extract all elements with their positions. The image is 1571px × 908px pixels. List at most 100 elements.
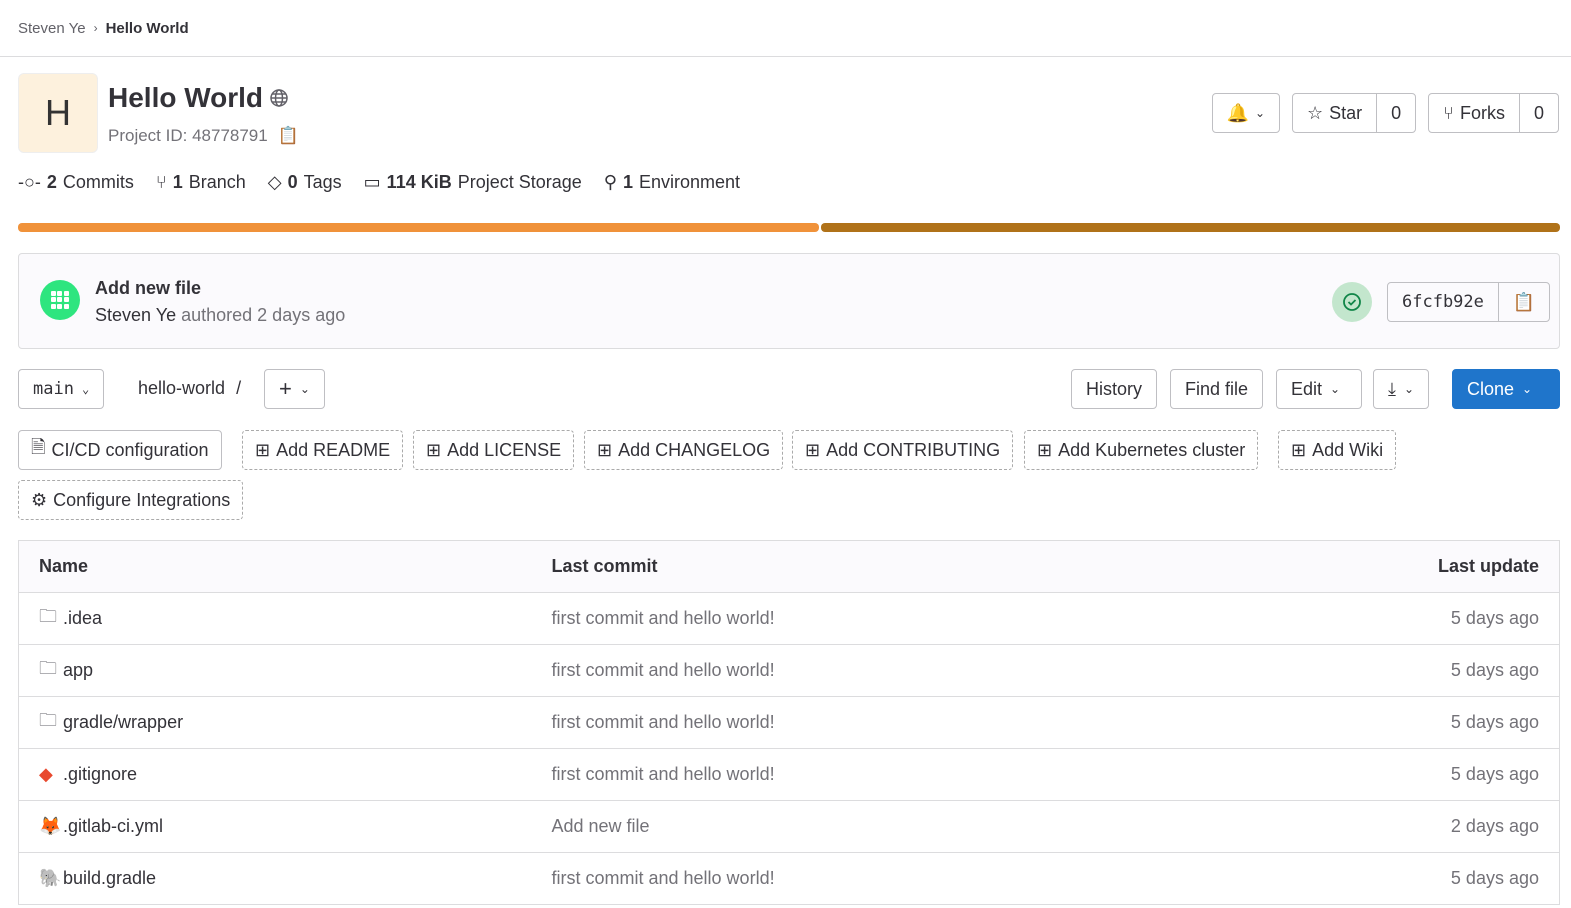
star-icon: ☆ bbox=[1307, 102, 1324, 123]
configure-integrations-button[interactable]: ⚙ Configure Integrations bbox=[18, 480, 244, 520]
col-last-commit: Last commit bbox=[531, 540, 1200, 593]
add-kubernetes-button[interactable]: ⊞ Add Kubernetes cluster bbox=[1024, 430, 1259, 470]
commit-icon: -○- bbox=[18, 172, 41, 192]
last-update-cell: 5 days ago bbox=[1199, 852, 1560, 905]
path-separator: / bbox=[236, 378, 242, 398]
project-id-text: Project ID: 48778791 bbox=[108, 126, 268, 145]
find-file-button[interactable]: Find file bbox=[1170, 369, 1264, 409]
plus-icon: + bbox=[279, 376, 292, 401]
last-update-cell: 5 days ago bbox=[1199, 592, 1560, 645]
forks-button[interactable]: ⑂ Forks 0 bbox=[1428, 93, 1559, 133]
chevron-down-icon: ⌄ bbox=[299, 382, 310, 396]
chevron-down-icon: ⌄ bbox=[1330, 382, 1341, 396]
commit-sha[interactable]: 6fcfb92e bbox=[1388, 283, 1498, 321]
star-button[interactable]: ☆ Star 0 bbox=[1292, 93, 1417, 133]
add-contributing-button[interactable]: ⊞ Add CONTRIBUTING bbox=[792, 430, 1014, 470]
stat-tags[interactable]: ◇ 0 Tags bbox=[268, 172, 342, 193]
table-row: 🗀 .idea first commit and hello world! 5 d… bbox=[18, 592, 1560, 645]
file-link[interactable]: .gitlab-ci.yml bbox=[63, 816, 163, 836]
file-table: Name Last commit Last update 🗀 .idea firs… bbox=[18, 540, 1560, 905]
add-readme-button[interactable]: ⊞ Add README bbox=[242, 430, 404, 470]
project-title: Hello World bbox=[108, 82, 289, 114]
file-link[interactable]: .idea bbox=[63, 607, 102, 627]
last-commit-cell[interactable]: first commit and hello world! bbox=[531, 592, 1200, 645]
stat-branches[interactable]: ⑂ 1 Branch bbox=[156, 172, 246, 193]
chevron-right-icon: › bbox=[93, 21, 98, 35]
file-link[interactable]: build.gradle bbox=[63, 868, 156, 888]
folder-icon: 🗀 bbox=[39, 709, 57, 730]
file-link[interactable]: .gitignore bbox=[63, 764, 137, 784]
avatar-pattern bbox=[57, 290, 63, 296]
clone-button[interactable]: Clone ⌄ bbox=[1452, 369, 1560, 409]
chevron-down-icon: ⌄ bbox=[1254, 106, 1265, 120]
plus-square-icon: ⊞ bbox=[255, 439, 271, 460]
last-commit-cell[interactable]: first commit and hello world! bbox=[531, 748, 1200, 801]
file-name-cell: 🗀 .idea bbox=[18, 592, 532, 645]
table-row: 🗀 gradle/wrapper first commit and hello w… bbox=[18, 696, 1560, 749]
repo-path[interactable]: hello-world bbox=[138, 378, 225, 398]
notification-button[interactable]: 🔔 ⌄ bbox=[1211, 93, 1280, 133]
last-commit-cell[interactable]: first commit and hello world! bbox=[531, 644, 1200, 697]
avatar-pattern bbox=[50, 304, 56, 310]
add-license-button[interactable]: ⊞ Add LICENSE bbox=[413, 430, 575, 470]
gear-icon: ⚙ bbox=[31, 489, 48, 510]
add-menu-button[interactable]: + ⌄ bbox=[264, 369, 325, 409]
last-update-cell: 2 days ago bbox=[1199, 800, 1560, 853]
last-commit-cell[interactable]: first commit and hello world! bbox=[531, 696, 1200, 749]
breadcrumb-current[interactable]: Hello World bbox=[106, 20, 189, 37]
last-commit-cell[interactable]: Add new file bbox=[531, 800, 1200, 853]
bell-icon: 🔔 bbox=[1226, 102, 1249, 123]
download-button[interactable]: ⤓ ⌄ bbox=[1373, 369, 1430, 409]
col-last-update: Last update bbox=[1199, 540, 1560, 593]
edit-button[interactable]: Edit ⌄ bbox=[1276, 369, 1362, 409]
last-update-cell: 5 days ago bbox=[1199, 696, 1560, 749]
branch-icon: ⑂ bbox=[155, 172, 167, 192]
file-icon: 🗎 bbox=[31, 437, 46, 457]
add-changelog-button[interactable]: ⊞ Add CHANGELOG bbox=[584, 430, 784, 470]
file-link[interactable]: app bbox=[63, 659, 93, 679]
folder-icon: 🗀 bbox=[39, 657, 57, 678]
file-name-cell: 🗀 gradle/wrapper bbox=[18, 696, 532, 749]
chevron-down-icon: ⌄ bbox=[1522, 382, 1533, 396]
plus-square-icon: ⊞ bbox=[1037, 439, 1053, 460]
history-button[interactable]: History bbox=[1071, 369, 1158, 409]
breadcrumb: Steven Ye › Hello World bbox=[0, 0, 1571, 57]
file-name-cell: 🐘build.gradle bbox=[18, 852, 532, 905]
last-commit-panel: Add new file Steven Ye authored 2 days a… bbox=[18, 253, 1560, 349]
language-bar bbox=[18, 223, 1560, 232]
stat-environments[interactable]: ⚲ 1 Environment bbox=[604, 172, 740, 193]
last-update-cell: 5 days ago bbox=[1199, 748, 1560, 801]
rocket-icon: ⚲ bbox=[603, 172, 617, 192]
last-update-cell: 5 days ago bbox=[1199, 644, 1560, 697]
copy-sha-icon[interactable]: 📋 bbox=[1497, 283, 1549, 321]
project-name: Hello World bbox=[108, 82, 264, 113]
commit-author[interactable]: Steven Ye bbox=[95, 305, 176, 325]
file-name-cell: 🦊.gitlab-ci.yml bbox=[18, 800, 532, 853]
stat-storage[interactable]: ▭ 114 KiB Project Storage bbox=[364, 172, 582, 193]
commit-title[interactable]: Add new file bbox=[95, 278, 201, 299]
stat-commits[interactable]: -○- 2 Commits bbox=[18, 172, 134, 193]
folder-icon: 🗀 bbox=[39, 605, 57, 626]
cicd-configuration-button[interactable]: 🗎 CI/CD configuration bbox=[18, 430, 222, 470]
star-count[interactable]: 0 bbox=[1376, 94, 1415, 132]
forks-count[interactable]: 0 bbox=[1518, 94, 1558, 132]
last-commit-cell[interactable]: first commit and hello world! bbox=[531, 852, 1200, 905]
author-avatar bbox=[40, 280, 80, 320]
project-id: Project ID: 48778791 📋 bbox=[108, 126, 299, 146]
file-name-cell: 🗀 app bbox=[18, 644, 532, 697]
language-segment bbox=[18, 223, 819, 232]
forks-label: Forks bbox=[1459, 102, 1505, 123]
language-segment bbox=[820, 223, 1560, 232]
table-row: ◆ .gitignore first commit and hello world… bbox=[18, 748, 1560, 801]
breadcrumb-parent[interactable]: Steven Ye bbox=[18, 20, 86, 37]
add-wiki-button[interactable]: ⊞ Add Wiki bbox=[1278, 430, 1397, 470]
avatar-pattern bbox=[64, 290, 70, 296]
plus-square-icon: ⊞ bbox=[1291, 439, 1307, 460]
table-row: 🐘build.gradle first commit and hello wor… bbox=[18, 852, 1560, 905]
branch-selector[interactable]: main ⌄ bbox=[18, 369, 105, 409]
commit-meta: authored 2 days ago bbox=[181, 305, 346, 325]
chevron-down-icon: ⌄ bbox=[1403, 382, 1415, 396]
file-link[interactable]: gradle/wrapper bbox=[63, 711, 183, 731]
copy-icon[interactable]: 📋 bbox=[278, 126, 299, 146]
pipeline-status-icon[interactable] bbox=[1332, 282, 1372, 322]
